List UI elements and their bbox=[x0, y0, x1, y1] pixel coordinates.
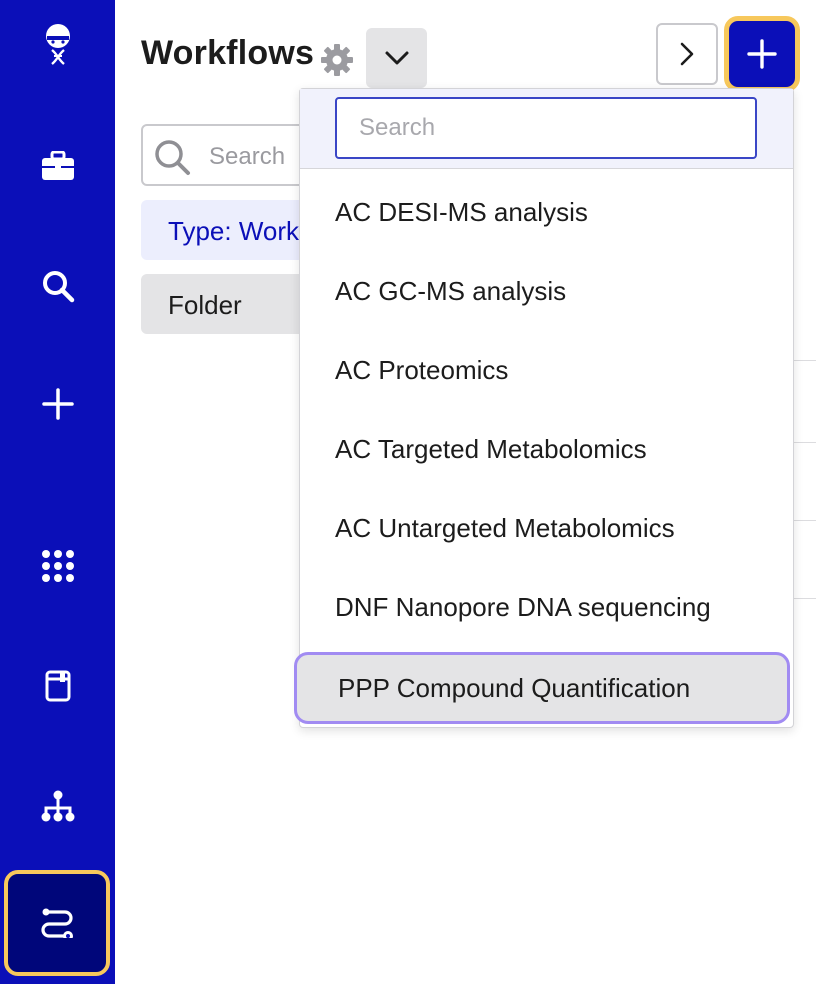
sidebar-item-workflows[interactable] bbox=[4, 870, 110, 976]
page-title: Workflows bbox=[141, 34, 315, 72]
plus-icon bbox=[747, 39, 777, 69]
dropdown-item[interactable]: AC GC-MS analysis bbox=[300, 252, 793, 331]
type-filter-chip[interactable]: Type: Work bbox=[141, 200, 311, 260]
sidebar bbox=[0, 0, 115, 984]
hierarchy-icon bbox=[41, 790, 74, 822]
sidebar-item-apps[interactable] bbox=[0, 536, 115, 596]
dropdown-search-container bbox=[300, 89, 793, 169]
dropdown-item-active[interactable]: PPP Compound Quantification bbox=[294, 652, 790, 724]
dna-astronaut-icon bbox=[45, 24, 70, 65]
settings-button[interactable] bbox=[320, 43, 354, 82]
type-filter-label: Type: Work bbox=[168, 216, 300, 246]
sidebar-item-create[interactable] bbox=[0, 374, 115, 434]
dropdown-item[interactable]: DNF Nanopore DNA sequencing bbox=[300, 568, 793, 647]
grid-dots-icon bbox=[41, 550, 74, 582]
workflow-search-input[interactable]: Search bbox=[141, 124, 311, 186]
briefcase-icon bbox=[41, 151, 74, 180]
dropdown-item[interactable]: AC Proteomics bbox=[300, 331, 793, 410]
dropdown-item[interactable]: AC Untargeted Metabolomics bbox=[300, 489, 793, 568]
search-placeholder: Search bbox=[209, 143, 286, 170]
sidebar-item-search[interactable] bbox=[0, 256, 115, 316]
list-divider bbox=[794, 520, 816, 521]
workflow-dropdown-toggle[interactable] bbox=[366, 28, 427, 88]
workflow-dropdown-menu: AC DESI-MS analysis AC GC-MS analysis AC… bbox=[294, 88, 794, 728]
dropdown-search-input[interactable] bbox=[335, 97, 757, 159]
list-divider bbox=[794, 442, 816, 443]
gear-icon bbox=[321, 44, 353, 76]
workflow-icon bbox=[41, 908, 73, 938]
search-icon bbox=[155, 140, 190, 175]
sidebar-item-notebook[interactable] bbox=[0, 656, 115, 716]
next-button[interactable] bbox=[656, 23, 718, 85]
add-workflow-button[interactable] bbox=[724, 16, 800, 92]
sidebar-item-hierarchy[interactable] bbox=[0, 776, 115, 836]
folder-filter-label: Folder bbox=[168, 290, 242, 320]
chevron-down-icon bbox=[385, 51, 408, 65]
list-divider bbox=[794, 360, 816, 361]
plus-icon bbox=[41, 388, 74, 420]
list-divider bbox=[794, 598, 816, 599]
folder-filter-button[interactable]: Folder bbox=[141, 274, 423, 334]
sidebar-item-projects[interactable] bbox=[0, 136, 115, 196]
notebook-icon bbox=[45, 670, 70, 702]
dropdown-item[interactable]: AC DESI-MS analysis bbox=[300, 173, 793, 252]
add-workflow-button-inner bbox=[729, 21, 795, 87]
sidebar-logo[interactable] bbox=[0, 16, 115, 76]
dropdown-item[interactable]: AC Targeted Metabolomics bbox=[300, 410, 793, 489]
chevron-right-icon bbox=[680, 42, 694, 66]
search-icon bbox=[42, 271, 74, 303]
